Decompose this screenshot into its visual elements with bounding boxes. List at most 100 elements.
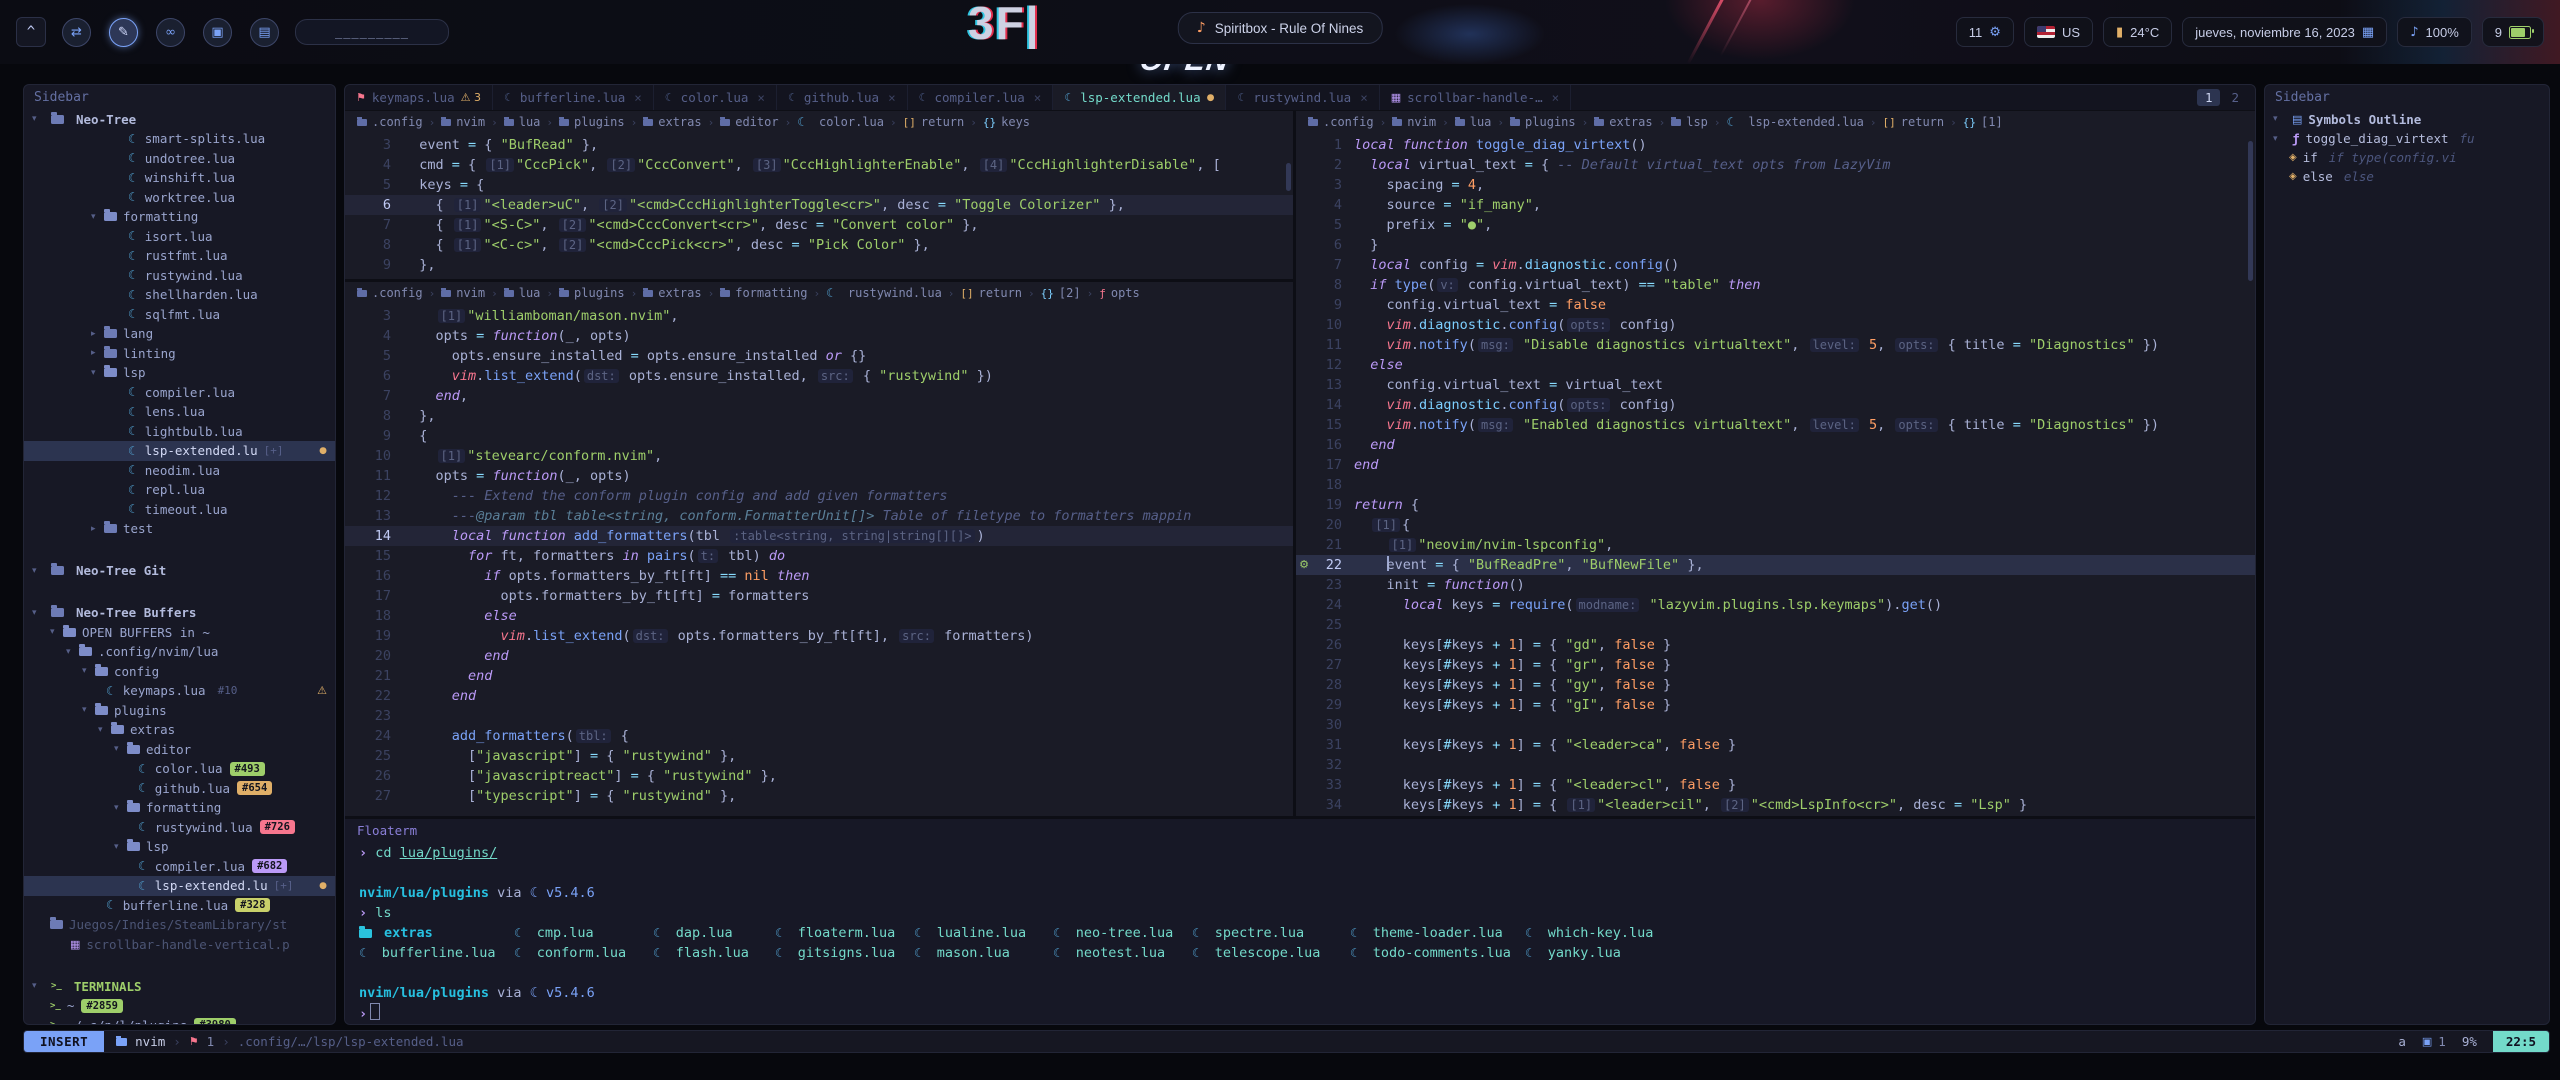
section-header[interactable]: ▾Neo-Tree Git xyxy=(24,561,335,581)
volume-widget[interactable]: ♪ 100% xyxy=(2397,17,2472,47)
code-line[interactable]: 15 for ft, formatters in pairs(t: tbl) d… xyxy=(345,546,1293,566)
code-line[interactable]: 24 local keys = require(modname: "lazyvi… xyxy=(1296,595,2255,615)
breadcrumb-item[interactable]: nvim xyxy=(1392,115,1436,129)
tree-item[interactable]: ☾compiler.lua#682 xyxy=(24,857,335,877)
code-area[interactable]: 3 [1]"williamboman/mason.nvim",4 opts = … xyxy=(345,304,1293,806)
terminal[interactable]: › cd lua/plugins/nvim/lua/plugins via ☾ … xyxy=(345,841,2255,1024)
code-line[interactable]: 16 end xyxy=(1296,435,2255,455)
code-line[interactable]: 12 else xyxy=(1296,355,2255,375)
breadcrumb-item[interactable]: .config xyxy=(357,115,423,129)
code-line[interactable]: 9 }, xyxy=(345,255,1293,275)
symbols-outline-header[interactable]: ▾ ▤ Symbols Outline xyxy=(2265,109,2549,129)
code-line[interactable]: 8 { [1]"<C-c>", [2]"<cmd>CccPick<cr>", d… xyxy=(345,235,1293,255)
code-line[interactable]: 12 --- Extend the conform plugin config … xyxy=(345,486,1293,506)
code-line[interactable]: 9 config.virtual_text = false xyxy=(1296,295,2255,315)
tab-bufferline.lua[interactable]: ☾bufferline.lua× xyxy=(493,85,654,110)
tree-item[interactable]: ☾lsp-extended.lu[+]● xyxy=(24,876,335,896)
outline-item[interactable]: ▾ƒtoggle_diag_virtextfu xyxy=(2265,129,2549,148)
tree-item[interactable]: ☾timeout.lua xyxy=(24,500,335,520)
tab-keymaps.lua[interactable]: ⚑keymaps.lua⚠ 3 xyxy=(345,85,493,110)
code-area[interactable]: 3 event = { "BufRead" },4 cmd = { [1]"Cc… xyxy=(345,133,1293,275)
code-line[interactable]: 1local function toggle_diag_virtext() xyxy=(1296,135,2255,155)
breadcrumb-item[interactable]: ☾color.lua xyxy=(797,115,884,129)
tree-item[interactable]: ▾editor xyxy=(24,740,335,760)
tree-item[interactable]: ☾lens.lua xyxy=(24,402,335,422)
breadcrumb-item[interactable]: plugins xyxy=(1510,115,1576,129)
code-line[interactable]: 2 local virtual_text = { -- Default virt… xyxy=(1296,155,2255,175)
tree-item[interactable]: ☾worktree.lua xyxy=(24,188,335,208)
tree-item[interactable]: ☾rustywind.lua xyxy=(24,266,335,286)
tree-item[interactable]: ☾isort.lua xyxy=(24,227,335,247)
tree-item[interactable]: >_~#2859 xyxy=(24,996,335,1016)
code-line[interactable]: 5 opts.ensure_installed = opts.ensure_in… xyxy=(345,346,1293,366)
code-line[interactable]: 23 xyxy=(345,706,1293,726)
code-line[interactable]: 26 ["javascriptreact"] = { "rustywind" }… xyxy=(345,766,1293,786)
code-line[interactable]: 8 if type(v: config.virtual_text) == "ta… xyxy=(1296,275,2255,295)
code-line[interactable]: 10 [1]"stevearc/conform.nvim", xyxy=(345,446,1293,466)
code-line[interactable]: 28 keys[#keys + 1] = { "gy", false } xyxy=(1296,675,2255,695)
code-line[interactable]: 21 end xyxy=(345,666,1293,686)
tree-item[interactable]: ☾lsp-extended.lu[+]● xyxy=(24,441,335,461)
breadcrumb-item[interactable]: ☾lsp-extended.lua xyxy=(1727,115,1864,129)
breadcrumb-item[interactable]: ƒopts xyxy=(1099,286,1140,300)
music-widget[interactable]: ♪ Spiritbox - Rule Of Nines xyxy=(1178,12,1383,44)
section-header[interactable]: ▾>_TERMINALS xyxy=(24,976,335,996)
tree-item[interactable]: ☾keymaps.lua#10⚠ xyxy=(24,681,335,701)
code-line[interactable]: 18 xyxy=(1296,475,2255,495)
breadcrumb-item[interactable]: extras xyxy=(643,115,701,129)
tree-item[interactable]: ▦scrollbar-handle-vertical.p xyxy=(24,935,335,955)
tree-item[interactable]: ☾rustywind.lua#726 xyxy=(24,818,335,838)
code-line[interactable]: 30 xyxy=(1296,715,2255,735)
tabpage-button[interactable]: 2 xyxy=(2223,89,2247,106)
code-line[interactable]: 21 [1]"neovim/nvim-lspconfig", xyxy=(1296,535,2255,555)
code-line[interactable]: 5 prefix = "●", xyxy=(1296,215,2255,235)
code-line[interactable]: 18 else xyxy=(345,606,1293,626)
code-line[interactable]: 33 keys[#keys + 1] = { "<leader>cl", fal… xyxy=(1296,775,2255,795)
breadcrumb-item[interactable]: lua xyxy=(504,115,541,129)
updates-widget[interactable]: 11 ⚙ xyxy=(1956,17,2014,47)
code-line[interactable]: 6 } xyxy=(1296,235,2255,255)
code-line[interactable]: 22 end xyxy=(345,686,1293,706)
code-line[interactable]: 7 end, xyxy=(345,386,1293,406)
code-line[interactable]: 5 keys = { xyxy=(345,175,1293,195)
tree-item[interactable]: ▸lang xyxy=(24,324,335,344)
code-line[interactable]: 8 }, xyxy=(345,406,1293,426)
workspace-button[interactable]: ∞ xyxy=(156,18,185,47)
code-line[interactable]: ⚙22 event = { "BufReadPre", "BufNewFile"… xyxy=(1296,555,2255,575)
section-header[interactable]: ▾Neo-Tree Buffers xyxy=(24,603,335,623)
code-line[interactable]: 29 keys[#keys + 1] = { "gI", false } xyxy=(1296,695,2255,715)
tab-close-button[interactable]: × xyxy=(1360,90,1368,105)
code-line[interactable]: 31 keys[#keys + 1] = { "<leader>ca", fal… xyxy=(1296,735,2255,755)
workspace-button[interactable]: ✎ xyxy=(109,18,138,47)
section-header[interactable]: ▾Neo-Tree xyxy=(24,109,335,129)
tree-item[interactable]: ☾winshift.lua xyxy=(24,168,335,188)
code-line[interactable]: 17 opts.formatters_by_ft[ft] = formatter… xyxy=(345,586,1293,606)
breadcrumb-item[interactable]: nvim xyxy=(441,115,485,129)
tab-close-button[interactable]: × xyxy=(757,90,765,105)
scrollbar[interactable] xyxy=(2248,141,2253,281)
code-line[interactable]: 11 opts = function(_, opts) xyxy=(345,466,1293,486)
tree-item[interactable]: ☾sqlfmt.lua xyxy=(24,305,335,325)
breadcrumb-item[interactable]: plugins xyxy=(559,115,625,129)
breadcrumb-item[interactable]: formatting xyxy=(720,286,807,300)
tab-lsp-extended.lua[interactable]: ☾lsp-extended.lua● xyxy=(1053,85,1226,110)
breadcrumb-item[interactable]: {}[1] xyxy=(1963,115,2003,129)
tab-compiler.lua[interactable]: ☾compiler.lua× xyxy=(908,85,1054,110)
code-line[interactable]: 4 cmd = { [1]"CccPick", [2]"CccConvert",… xyxy=(345,155,1293,175)
tree-item[interactable]: ▾extras xyxy=(24,720,335,740)
breadcrumb-item[interactable]: plugins xyxy=(559,286,625,300)
tab-close-button[interactable]: × xyxy=(888,90,896,105)
breadcrumb-item[interactable]: lua xyxy=(1455,115,1492,129)
code-line[interactable]: 25 ["javascript"] = { "rustywind" }, xyxy=(345,746,1293,766)
date-widget[interactable]: jueves, noviembre 16, 2023 ▦ xyxy=(2182,17,2387,47)
code-line[interactable]: 11 vim.notify(msg: "Disable diagnostics … xyxy=(1296,335,2255,355)
tab-close-button[interactable]: × xyxy=(634,90,642,105)
workspace-button[interactable]: ▤ xyxy=(250,18,279,47)
tab-close-button[interactable]: × xyxy=(1034,90,1042,105)
tree-item[interactable]: ▸linting xyxy=(24,344,335,364)
breadcrumb-item[interactable]: .config xyxy=(1308,115,1374,129)
code-line[interactable]: 27 ["typescript"] = { "rustywind" }, xyxy=(345,786,1293,806)
code-line[interactable]: 20 [1]{ xyxy=(1296,515,2255,535)
breadcrumb-item[interactable]: []return xyxy=(1883,115,1945,129)
tree-item[interactable]: ▾config xyxy=(24,662,335,682)
